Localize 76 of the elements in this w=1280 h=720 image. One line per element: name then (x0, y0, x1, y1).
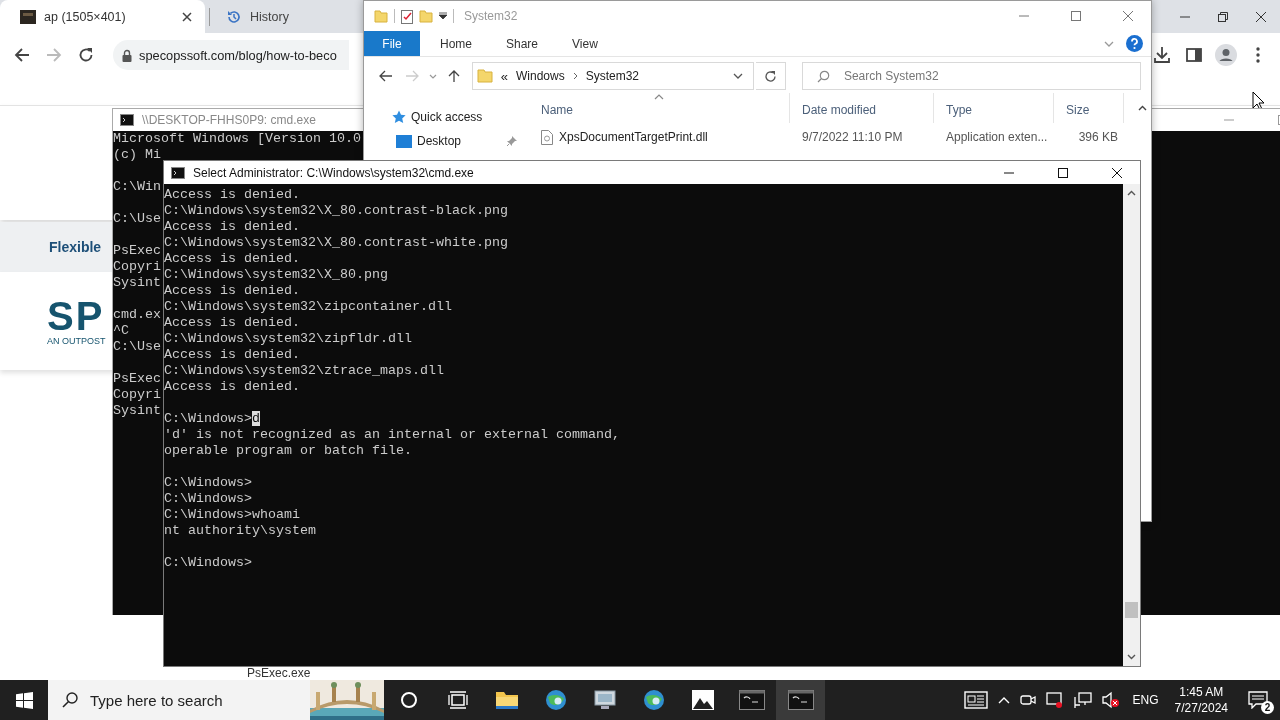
search-input[interactable]: Search System32 (841, 68, 1126, 84)
address-bar[interactable]: specopssoft.com/blog/how-to-beco (113, 40, 349, 70)
notification-count: 2 (1261, 701, 1274, 714)
search-input[interactable]: Type here to search (88, 690, 292, 710)
browser-tab[interactable]: ap (1505×401) (0, 0, 205, 33)
console-line: C:\Windows> (164, 475, 252, 490)
ribbon-tab[interactable]: Share (492, 31, 553, 56)
console-line: C:\Windows> (164, 491, 252, 506)
address-bar[interactable]: « Windows System32 (471, 62, 754, 90)
clock-date: 7/27/2024 (1174, 700, 1228, 716)
console-line: C:\Windows\system32\X_80.contrast-black.png (164, 203, 508, 218)
file-label: PsExec.exe (247, 667, 311, 680)
table-cell-text: 396 KB (1077, 130, 1119, 144)
banner-text: Flexible (49, 239, 102, 255)
tab-title: History (250, 9, 290, 24)
clock-time: 1:45 AM (1179, 684, 1224, 700)
table-cell-text: Application exten... (945, 130, 1049, 144)
console-line: C:\Windows\system32\zipcontainer.dll (164, 299, 452, 314)
console-line: Access is denied. (164, 219, 300, 234)
console-line: C:\Windows>whoami (164, 507, 300, 522)
console-line: cmd.ex (113, 307, 161, 322)
nav-item[interactable]: Quick access (364, 105, 529, 129)
console-line: Access is denied. (164, 187, 300, 202)
column-header[interactable]: Name (529, 93, 790, 123)
clock[interactable]: 1:45 AM 7/27/2024 (1166, 684, 1236, 716)
table-cell-text: 9/7/2022 11:10 PM (801, 130, 904, 144)
search-box[interactable]: Type here to search (48, 680, 384, 720)
console-line: Access is denied. (164, 315, 300, 330)
console-line: Copyri (113, 387, 161, 402)
window-title: \\DESKTOP-FHHS0P9: cmd.exe (142, 113, 316, 127)
overflow-chevron[interactable]: « (500, 68, 508, 84)
console-line: (c) Mi (113, 147, 161, 162)
browser-tab[interactable]: History (214, 0, 344, 33)
language-indicator[interactable]: ENG (1132, 693, 1159, 707)
column-header[interactable]: Date modified (790, 93, 934, 123)
logo-text: SP (47, 296, 105, 336)
console-line: 'd' is not recognized as an internal or external command, (164, 427, 620, 442)
console-line: ^C (113, 323, 129, 338)
console-line: Microsoft Windows [Version 10.0 (113, 131, 361, 146)
console-line: operable program or batch file. (164, 443, 412, 458)
console-line: Sysint (113, 275, 161, 290)
console-line: C:\Use (113, 339, 161, 354)
console-line: C:\Windows\system32\ztrace_maps.dll (164, 363, 444, 378)
breadcrumb-item[interactable]: System32 (585, 69, 640, 83)
console-line: Access is denied. (164, 283, 300, 298)
console-line: nt authority\system (164, 523, 316, 538)
nav-item[interactable]: Desktop (364, 129, 529, 153)
tab-title: ap (1505×401) (44, 9, 127, 24)
nav-label: Desktop (417, 134, 462, 148)
breadcrumb-item[interactable]: Windows (516, 69, 565, 83)
nav-label: Quick access (411, 110, 483, 124)
console-line: C:\Win (113, 179, 161, 194)
console-line: PsExec (113, 243, 161, 258)
window-title: System32 (464, 9, 518, 23)
notifications-button[interactable]: 2 (1236, 680, 1280, 720)
logo-tagline: AN OUTPOST (47, 336, 106, 346)
column-header[interactable]: Size (1054, 93, 1124, 123)
console-line: PsExec (113, 371, 161, 386)
ribbon-tab[interactable]: Home (426, 31, 486, 56)
console-line: Access is denied. (164, 379, 300, 394)
console-line: Access is denied. (164, 251, 300, 266)
console-line: C:\Windows> (164, 555, 252, 570)
window-title: Select Administrator: C:\Windows\system32\cmd.exe (193, 165, 474, 180)
console-line: C:\Windows\system32\zipfldr.dll (164, 331, 412, 346)
console-line: Copyri (113, 259, 161, 274)
column-header[interactable]: Type (934, 93, 1054, 123)
ribbon-tab[interactable]: File (364, 31, 420, 56)
console-line: C:\Windows\system32\X_80.png (164, 267, 388, 282)
ribbon-tab[interactable]: View (558, 31, 612, 56)
search-box[interactable]: Search System32 (801, 62, 1141, 90)
file-name[interactable]: XpsDocumentTargetPrint.dll (559, 130, 708, 144)
console-line: C:\Windows\system32\X_80.contrast-white.png (164, 235, 508, 250)
console-line: Sysint (113, 403, 161, 418)
url-text: specopssoft.com/blog/how-to-beco (139, 47, 337, 63)
console-line: C:\Use (113, 211, 161, 226)
console-line: Access is denied. (164, 347, 300, 362)
